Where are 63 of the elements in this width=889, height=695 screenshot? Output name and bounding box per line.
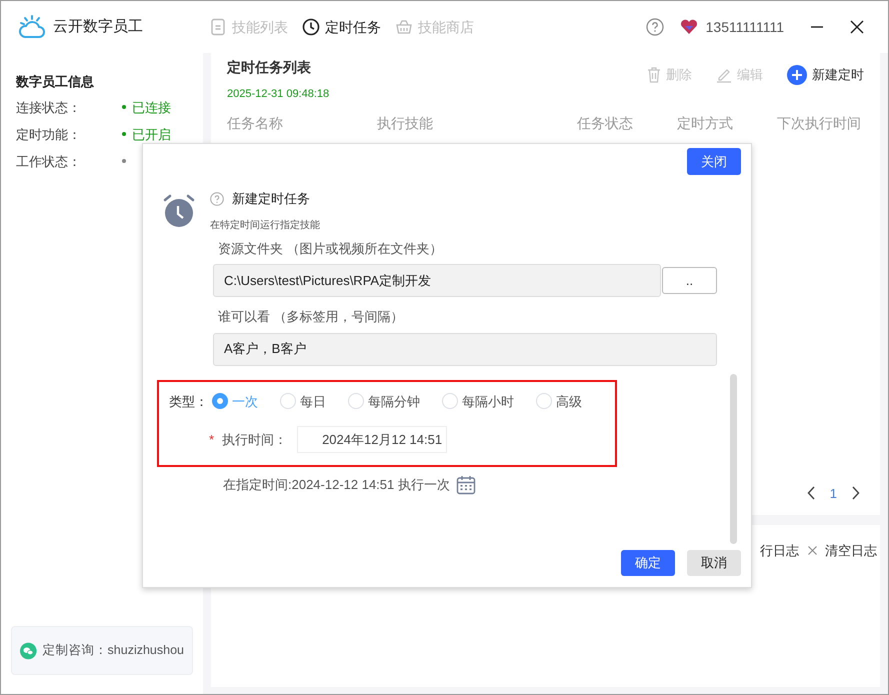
help-icon[interactable] — [210, 192, 224, 206]
schedule-summary: 在指定时间:2024-12-12 14:51 执行一次 — [223, 476, 450, 494]
radio-button[interactable] — [348, 393, 364, 410]
calendar-icon[interactable] — [456, 474, 476, 494]
cancel-button[interactable]: 取消 — [687, 550, 741, 576]
basket-icon — [395, 18, 413, 36]
time-label: 执行时间： — [222, 430, 288, 449]
input-field[interactable]: A客户，B客户 — [213, 332, 717, 366]
document-icon — [209, 18, 227, 36]
plus-circle-icon — [787, 65, 807, 85]
column-header: 执行技能 — [377, 114, 434, 132]
field-label: 资源文件夹 （图片或视频所在文件夹） — [218, 240, 443, 256]
phone-number: 13511111111 — [706, 18, 784, 36]
type-label: 类型： — [169, 392, 208, 410]
app-title: 云开数字员工 — [53, 16, 143, 37]
cloud-logo-icon — [17, 14, 47, 40]
radio-option[interactable]: 每隔小时 — [442, 392, 514, 411]
confirm-button[interactable]: 确定 — [621, 550, 675, 576]
column-header: 定时方式 — [677, 114, 734, 132]
column-header: 任务状态 — [577, 114, 634, 132]
section-title: 数字员工信息 — [16, 73, 95, 91]
close-icon[interactable] — [850, 20, 864, 34]
scrollbar[interactable] — [730, 374, 737, 544]
close-icon — [808, 546, 817, 556]
radio-button[interactable] — [212, 393, 228, 410]
radio-option[interactable]: 每隔分钟 — [348, 392, 420, 411]
browse-button[interactable]: .. — [662, 267, 717, 294]
status-label: 定时功能： — [16, 126, 82, 142]
list-title: 定时任务列表 — [227, 58, 312, 77]
date-time-field[interactable]: 2024年12月12 14:51 — [297, 426, 448, 453]
chevron-right-icon[interactable] — [851, 486, 860, 500]
chevron-left-icon[interactable] — [806, 486, 816, 500]
column-header: 下次执行时间 — [777, 114, 862, 132]
radio-button[interactable] — [536, 393, 552, 410]
contact-text: 定制咨询：shuzizhushou — [42, 642, 184, 660]
radio-option[interactable]: 每日 — [280, 392, 326, 411]
nav-tab[interactable]: 定时任务 — [302, 16, 381, 38]
help-icon[interactable] — [646, 18, 664, 36]
log-button[interactable]: 行日志 — [760, 541, 799, 560]
required-mark: * — [209, 430, 214, 449]
add-button[interactable]: 新建定时 — [787, 65, 864, 85]
page-number[interactable]: 1 — [830, 484, 837, 503]
heart-badge-icon — [680, 19, 698, 35]
column-header: 任务名称 — [227, 114, 284, 132]
clock-icon — [302, 18, 320, 36]
pencil-icon — [716, 66, 732, 83]
radio-button[interactable] — [280, 393, 296, 410]
dialog-subtitle: 在特定时间运行指定技能 — [210, 218, 321, 232]
status-label: 工作状态： — [16, 154, 82, 168]
chat-bubbles-icon — [20, 640, 37, 662]
input-field[interactable]: C:\Users\test\Pictures\RPA定制开发 — [213, 264, 661, 297]
trash-icon — [647, 66, 661, 83]
field-label: 谁可以看 （多标签用，号间隔） — [218, 309, 404, 324]
clear-log-button[interactable]: 清空日志 — [808, 541, 877, 560]
status-label: 连接状态： — [16, 100, 82, 114]
radio-button[interactable] — [442, 393, 458, 410]
radio-option[interactable]: 高级 — [536, 392, 582, 411]
alarm-clock-icon — [162, 194, 196, 228]
close-button[interactable]: 关闭 — [687, 148, 741, 175]
timestamp: 2025-12-31 09:48:18 — [227, 87, 330, 102]
dialog-title: 新建定时任务 — [232, 190, 310, 208]
status-value: 已开启 — [132, 126, 171, 142]
status-value: 已连接 — [132, 100, 171, 114]
